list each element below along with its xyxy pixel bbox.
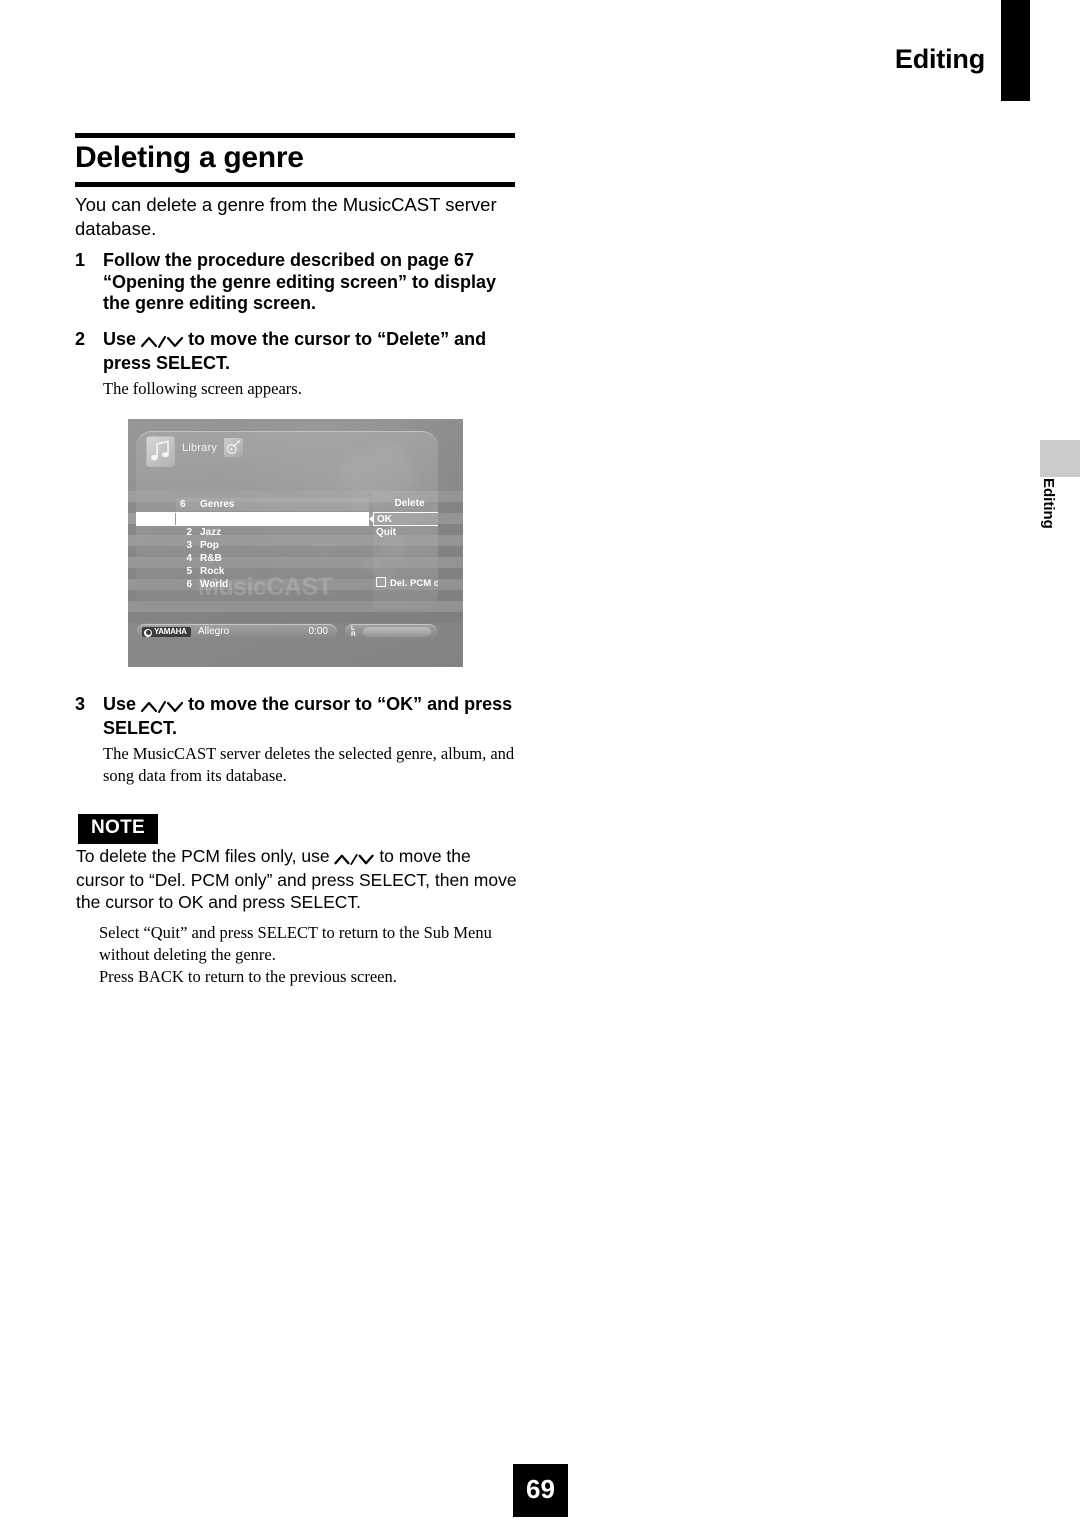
checkbox-icon[interactable] [376,577,386,587]
section-rule-bottom [75,182,515,187]
library-label: Library [182,442,218,454]
step-1: 1 Follow the procedure described on page… [75,250,521,315]
genre-row[interactable]: 6 World [176,579,369,592]
guitar-icon [224,438,243,457]
note-badge: NOTE [78,814,158,844]
note-subtext: Select “Quit” and press SELECT to return… [99,922,529,988]
yamaha-mark-icon [144,628,152,637]
genre-row-name: R&B [200,553,222,564]
level-meter: L R [345,624,437,640]
device-status-bar: YAMAHA Allegro 0:00 [137,624,337,640]
del-pcm-only-label: Del. PCM only [390,578,438,589]
genre-row-name: Pop [200,540,219,551]
device-panel-header: Library [136,431,438,477]
up-down-arrow-icon [334,847,375,869]
genre-list-title: Genres [200,499,235,510]
del-pcm-only-option[interactable]: Del. PCM only [376,577,438,589]
step-3-number: 3 [75,694,86,714]
note-body-before: To delete the PCM files only, use [76,846,330,866]
header-black-bar [1001,0,1030,101]
genre-row-name: Jazz [200,527,222,538]
step-3-text: Use to move the cursor to “OK” and press… [103,694,521,739]
genre-row-number: 2 [186,527,192,538]
row-divider [175,513,176,525]
music-note-icon [147,437,174,466]
genre-row-number: 6 [186,579,192,590]
note-sub-line-1: Select “Quit” and press SELECT to return… [99,923,492,964]
ok-menu-label: OK [377,514,392,525]
meter-right-label: R [351,631,356,638]
level-meter-labels: L R [351,625,356,638]
genre-list-header: 6 Genres [176,498,369,511]
up-down-arrow-icon [140,696,184,718]
step-2-text: Use to move the cursor to “Delete” and p… [103,329,521,374]
genre-row-number: 3 [186,540,192,551]
device-screenshot: Library MusicCAST 6 Genres 2 Jazz 3 Pop … [128,419,463,667]
genre-row[interactable]: 3 Pop [176,540,369,553]
device-wallpaper: Library MusicCAST 6 Genres 2 Jazz 3 Pop … [128,419,463,667]
step-2-text-before: Use [103,329,137,349]
step-3: 3 Use to move the cursor to “OK” and pre… [75,694,521,787]
section-intro: You can delete a genre from the MusicCAS… [75,194,497,239]
page-title: Deleting a genre [75,141,304,174]
yamaha-brand-text: YAMAHA [154,627,187,636]
now-playing-track: Allegro [198,626,230,637]
step-2: 2 Use to move the cursor to “Delete” and… [75,329,521,400]
page-number: 69 [513,1464,568,1517]
level-meter-bars [363,627,431,637]
step-2-number: 2 [75,329,86,349]
step-3-subtext: The MusicCAST server deletes the selecte… [103,744,515,785]
device-main-panel: Library MusicCAST 6 Genres 2 Jazz 3 Pop … [136,431,438,609]
ok-menu-item[interactable]: OK [373,512,438,526]
command-panel-title: Delete [394,498,425,509]
yamaha-logo: YAMAHA [142,627,191,637]
note-sub-line-2: Press BACK to return to the previous scr… [99,967,397,986]
genre-row-selected[interactable] [136,512,369,526]
genre-row-name: World [200,579,229,590]
side-tab-box [1040,440,1080,477]
genre-row-number: 5 [186,566,192,577]
genre-count: 6 [180,499,186,510]
genre-row-number: 4 [186,553,192,564]
playback-time: 0:00 [308,626,328,637]
section-rule-top [75,133,515,138]
genre-row[interactable]: 2 Jazz [176,527,369,540]
running-head-editing: Editing [894,44,985,74]
side-tab-label: Editing [1040,478,1057,529]
step-3-text-before: Use [103,694,137,714]
step-1-text: Follow the procedure described on page 6… [103,250,497,313]
genre-row[interactable]: 4 R&B [176,553,369,566]
step-1-number: 1 [75,250,86,270]
note-body: To delete the PCM files only, use to mov… [76,845,524,913]
genre-row-name: Rock [200,566,225,577]
genre-row[interactable]: 5 Rock [176,566,369,579]
quit-menu-item[interactable]: Quit [376,527,396,538]
up-down-arrow-icon [140,331,184,353]
step-2-subtext: The following screen appears. [103,379,302,398]
